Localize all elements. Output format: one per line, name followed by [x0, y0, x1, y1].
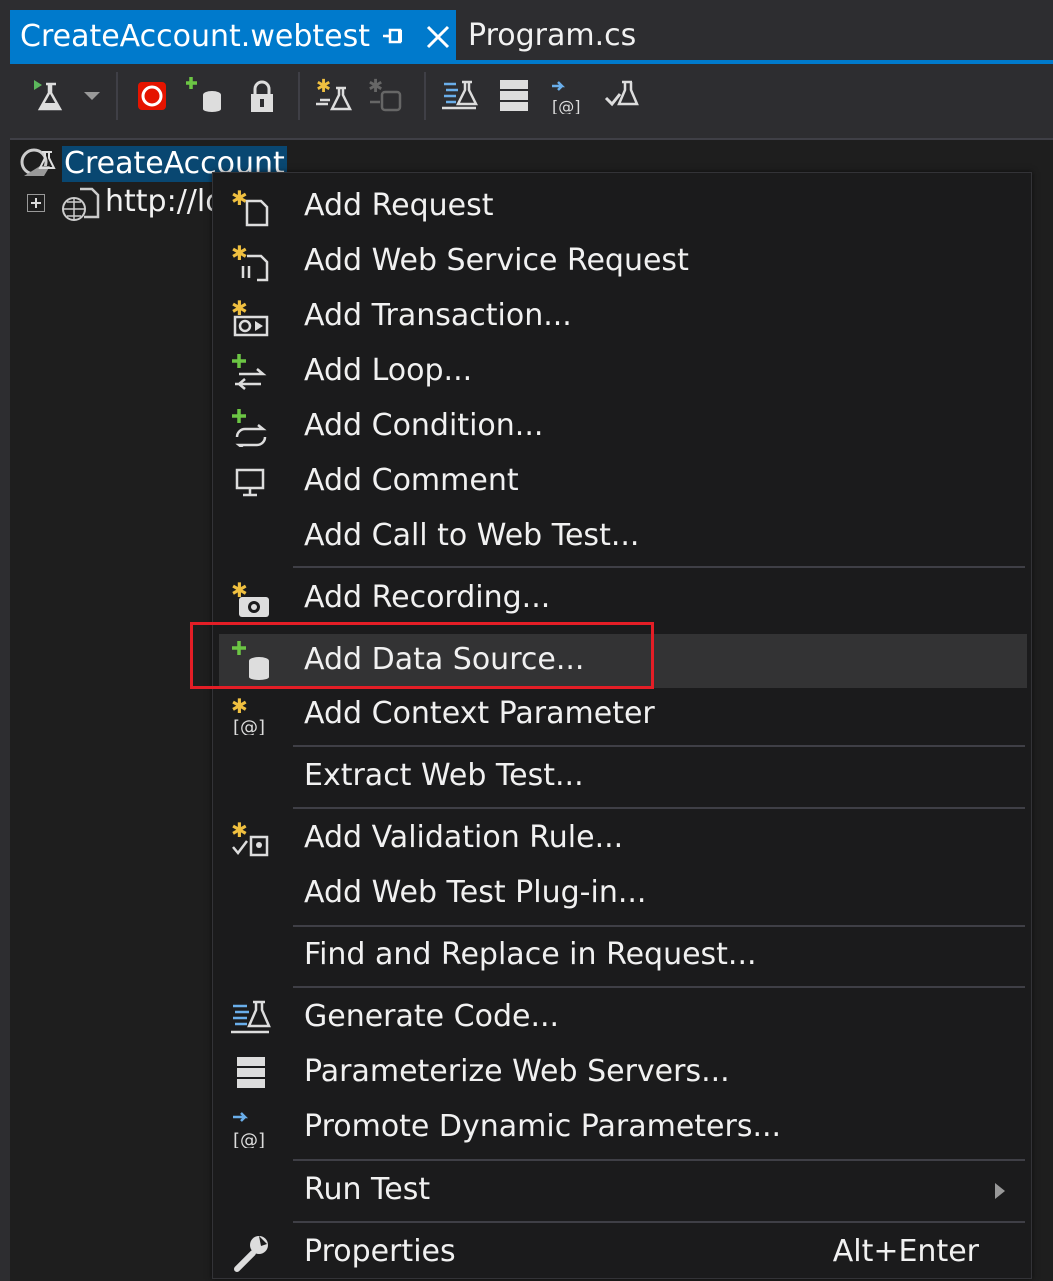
- menu-item-label: Add Comment: [304, 463, 519, 498]
- menu-item-promote-dynamic-parameters[interactable]: [@] Promote Dynamic Parameters...: [213, 1104, 1031, 1152]
- menu-item-properties[interactable]: Properties Alt+Enter: [213, 1229, 1031, 1277]
- menu-item-extract-web-test[interactable]: Extract Web Test...: [213, 753, 1031, 801]
- svg-text:[@]: [@]: [233, 717, 265, 735]
- menu-item-label: Promote Dynamic Parameters...: [304, 1109, 782, 1144]
- svg-text:[@]: [@]: [552, 97, 580, 114]
- document-tab-strip: CreateAccount.webtest Program.cs: [0, 0, 1053, 62]
- chevron-down-icon[interactable]: [80, 78, 104, 114]
- menu-item-label: Add Validation Rule...: [304, 820, 624, 855]
- toolbar-separator: [116, 72, 118, 120]
- menu-item-label: Generate Code...: [304, 999, 560, 1034]
- menu-item-label: Add Recording...: [304, 580, 551, 615]
- menu-item-label: Add Transaction...: [304, 298, 572, 333]
- toolbar-separator: [424, 72, 426, 120]
- lock-icon[interactable]: [246, 80, 282, 116]
- svg-text:✱: ✱: [231, 187, 248, 210]
- close-icon[interactable]: [423, 22, 453, 52]
- menu-item-add-call-to-web-test[interactable]: Add Call to Web Test...: [213, 513, 1031, 561]
- add-condition-icon: [232, 409, 267, 447]
- menu-item-label: Extract Web Test...: [304, 758, 584, 793]
- menu-item-add-loop[interactable]: Add Loop...: [213, 348, 1031, 396]
- webtest-toolbar: ✱ ✱ [@]: [10, 64, 1053, 138]
- add-plugin-icon-disabled[interactable]: ✱: [368, 78, 404, 114]
- svg-text:[@]: [@]: [233, 1130, 265, 1148]
- parameterize-servers-icon: [237, 1057, 265, 1088]
- menu-item-add-request[interactable]: ✱ Add Request: [213, 183, 1031, 231]
- menu-item-label: Add Context Parameter: [304, 696, 655, 731]
- menu-item-add-condition[interactable]: Add Condition...: [213, 403, 1031, 451]
- tree-item-request[interactable]: http://lo: [105, 184, 224, 219]
- add-context-parameter-icon: ✱ [@]: [231, 695, 265, 735]
- menu-item-label: Add Loop...: [304, 353, 473, 388]
- menu-item-add-comment[interactable]: Add Comment: [213, 458, 1031, 506]
- menu-item-label: Add Condition...: [304, 408, 544, 443]
- add-data-source-icon[interactable]: [186, 76, 222, 112]
- menu-item-add-validation-rule[interactable]: ✱ Add Validation Rule...: [213, 815, 1031, 863]
- menu-item-add-recording[interactable]: ✱ Add Recording...: [213, 575, 1031, 623]
- context-menu: ✱ Add Request ✱ Add Web Service Request …: [212, 172, 1032, 1279]
- menu-item-label: Add Web Service Request: [304, 243, 689, 278]
- menu-separator: [293, 745, 1025, 747]
- menu-item-run-test[interactable]: Run Test: [213, 1167, 1031, 1215]
- menu-item-label: Run Test: [304, 1172, 431, 1207]
- plus-icon: [31, 198, 41, 208]
- svg-text:✱: ✱: [231, 242, 248, 265]
- generate-code-icon: [231, 1000, 271, 1034]
- menu-separator: [293, 1221, 1025, 1223]
- tab-createaccount-webtest[interactable]: CreateAccount.webtest: [10, 10, 456, 62]
- svg-text:✱: ✱: [231, 819, 248, 842]
- menu-item-parameterize-web-servers[interactable]: Parameterize Web Servers...: [213, 1049, 1031, 1097]
- test-settings-icon[interactable]: [604, 78, 640, 114]
- expand-toggle[interactable]: [27, 194, 45, 212]
- tab-program-cs[interactable]: Program.cs: [468, 18, 636, 53]
- promote-parameters-icon: [@]: [233, 1112, 265, 1148]
- globe-request-icon: [62, 187, 100, 221]
- svg-text:✱: ✱: [231, 695, 248, 718]
- parameterize-servers-icon[interactable]: [498, 78, 534, 114]
- add-transaction-icon: ✱: [231, 297, 269, 337]
- menu-separator: [293, 566, 1025, 568]
- menu-item-shortcut: Alt+Enter: [832, 1234, 979, 1269]
- webtest-icon: [20, 148, 56, 176]
- pin-icon[interactable]: [380, 24, 408, 50]
- tab-label: CreateAccount.webtest: [20, 18, 370, 54]
- svg-text:✱: ✱: [316, 78, 331, 97]
- menu-separator: [293, 807, 1025, 809]
- menu-item-add-web-service-request[interactable]: ✱ Add Web Service Request: [213, 238, 1031, 286]
- menu-item-generate-code[interactable]: Generate Code...: [213, 994, 1031, 1042]
- submenu-arrow-icon: [995, 1183, 1005, 1199]
- highlight-annotation-box: [190, 622, 654, 689]
- menu-item-label: Properties: [304, 1234, 456, 1269]
- generate-code-icon[interactable]: [442, 78, 478, 114]
- menu-item-add-web-test-plugin[interactable]: Add Web Test Plug-in...: [213, 870, 1031, 918]
- toolbar-separator: [298, 72, 300, 120]
- menu-item-add-transaction[interactable]: ✱ Add Transaction...: [213, 293, 1031, 341]
- menu-separator: [293, 925, 1025, 927]
- menu-item-label: Add Request: [304, 188, 494, 223]
- comment-icon: [235, 468, 265, 497]
- wrench-icon: [234, 1236, 268, 1272]
- add-loop-icon: [232, 354, 267, 390]
- menu-item-label: Parameterize Web Servers...: [304, 1054, 730, 1089]
- menu-item-add-context-parameter[interactable]: ✱ [@] Add Context Parameter: [213, 691, 1031, 739]
- add-validation-rule-icon: ✱: [231, 819, 269, 857]
- menu-item-label: Find and Replace in Request...: [304, 937, 757, 972]
- record-icon[interactable]: [136, 80, 172, 116]
- promote-parameters-icon[interactable]: [@]: [550, 78, 586, 114]
- menu-item-label: Add Web Test Plug-in...: [304, 875, 647, 910]
- add-recording-icon: ✱: [231, 579, 269, 617]
- add-test-icon[interactable]: ✱: [316, 78, 352, 114]
- menu-item-find-and-replace[interactable]: Find and Replace in Request...: [213, 932, 1031, 980]
- add-web-service-request-icon: ✱: [231, 242, 269, 282]
- menu-separator: [293, 986, 1025, 988]
- add-request-icon: ✱: [231, 187, 269, 227]
- menu-item-label: Add Call to Web Test...: [304, 518, 640, 553]
- run-test-icon[interactable]: [32, 78, 68, 114]
- menu-separator: [293, 1159, 1025, 1161]
